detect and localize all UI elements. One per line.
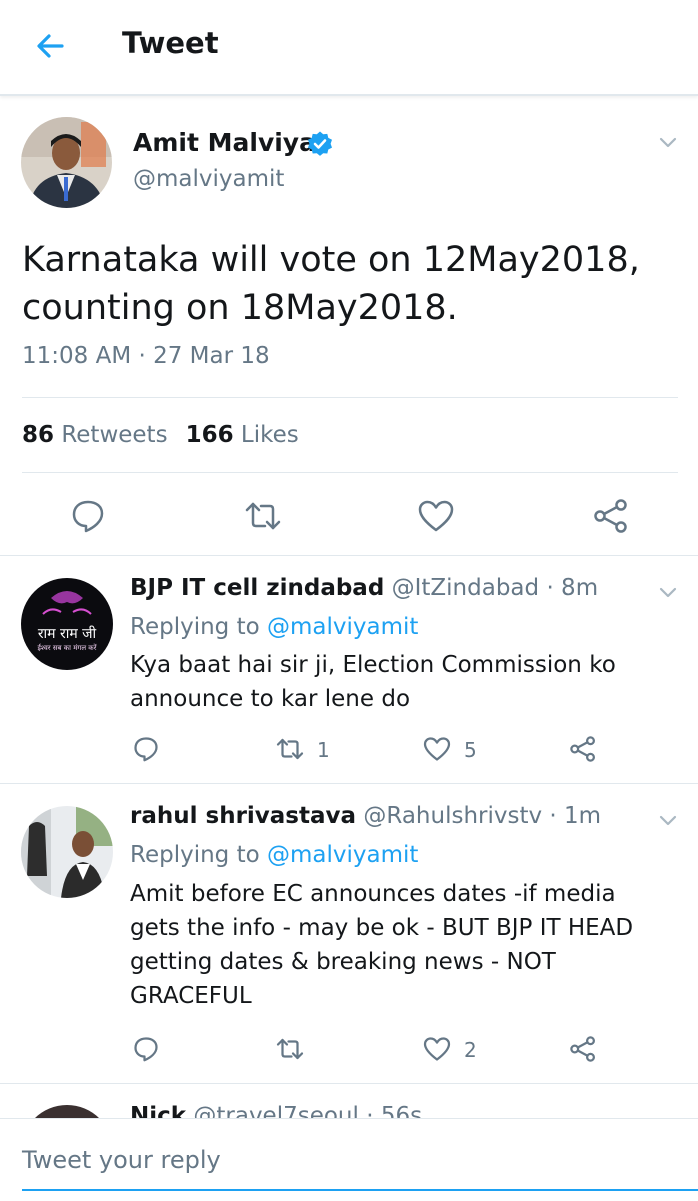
like-count: 2: [464, 1038, 477, 1062]
tweet-timestamp: 11:08 AM · 27 Mar 18: [22, 343, 270, 369]
author-avatar[interactable]: [21, 117, 112, 208]
like-heart-icon[interactable]: [422, 1034, 452, 1064]
reply-icon[interactable]: [131, 734, 161, 764]
top-bar: [0, 0, 698, 96]
replying-to-handle[interactable]: @malviyamit: [267, 614, 418, 640]
retweet-icon[interactable]: [275, 1034, 305, 1064]
reply-text: Kya baat hai sir ji, Election Commission…: [130, 652, 616, 712]
tweet-text: Karnataka will vote on 12May2018, counti…: [22, 240, 640, 328]
reply-time: · 1m: [549, 803, 602, 829]
tweet-stats: 86 Retweets 166 Likes: [22, 422, 299, 448]
likes-label: Likes: [240, 422, 299, 448]
replying-to: Replying to @malviyamit: [130, 614, 418, 640]
divider: [22, 397, 678, 398]
page-title: Tweet: [122, 26, 219, 60]
reply-avatar[interactable]: [21, 806, 113, 898]
verified-badge-icon: [306, 130, 334, 158]
reply-author-handle[interactable]: @Rahulshrivstv: [363, 803, 542, 829]
divider: [0, 783, 698, 784]
likes-count: 166: [185, 422, 234, 448]
replying-to: Replying to @malviyamit: [130, 842, 418, 868]
replying-to-label: Replying to: [130, 614, 260, 640]
reply-author-name[interactable]: rahul shrivastava: [130, 803, 356, 829]
reply-input-underline: [22, 1189, 698, 1191]
back-arrow-icon[interactable]: [28, 24, 72, 68]
author-handle[interactable]: @malviyamit: [133, 166, 284, 192]
divider: [22, 472, 678, 473]
retweet-icon[interactable]: [275, 734, 305, 764]
divider: [0, 1083, 698, 1084]
reply-text: Amit before EC announces dates -if media…: [130, 881, 634, 1009]
reply-avatar-text: राम राम जी: [37, 626, 97, 642]
share-icon[interactable]: [568, 734, 598, 764]
share-icon[interactable]: [568, 1034, 598, 1064]
reply-avatar-subtext: ईश्वर सब का मंगल करें: [37, 644, 97, 652]
like-heart-icon[interactable]: [422, 734, 452, 764]
retweet-icon[interactable]: [243, 496, 283, 536]
like-count: 5: [464, 738, 477, 762]
reply-time: · 8m: [546, 575, 599, 601]
reply-icon[interactable]: [131, 1034, 161, 1064]
replying-to-handle[interactable]: @malviyamit: [267, 842, 418, 868]
divider: [0, 555, 698, 556]
share-icon[interactable]: [591, 496, 631, 536]
replying-to-label: Replying to: [130, 842, 260, 868]
retweets-count: 86: [22, 422, 55, 448]
reply-options-chevron-down-icon[interactable]: [656, 580, 680, 604]
retweets-label: Retweets: [61, 422, 168, 448]
likes-stat[interactable]: 166 Likes: [186, 422, 299, 448]
reply-header: rahul shrivastava @Rahulshrivstv · 1m: [130, 803, 601, 829]
like-heart-icon[interactable]: [416, 496, 456, 536]
tweet-options-chevron-down-icon[interactable]: [656, 130, 680, 154]
retweet-count: 1: [317, 738, 330, 762]
author-name[interactable]: Amit Malviya: [133, 128, 316, 157]
retweets-stat[interactable]: 86 Retweets: [22, 422, 168, 448]
reply-header: BJP IT cell zindabad @ItZindabad · 8m: [130, 575, 598, 601]
reply-author-name[interactable]: BJP IT cell zindabad: [130, 575, 384, 601]
reply-author-handle[interactable]: @ItZindabad: [392, 575, 540, 601]
reply-input[interactable]: Tweet your reply: [22, 1146, 221, 1174]
reply-icon[interactable]: [68, 496, 108, 536]
reply-options-chevron-down-icon[interactable]: [656, 808, 680, 832]
